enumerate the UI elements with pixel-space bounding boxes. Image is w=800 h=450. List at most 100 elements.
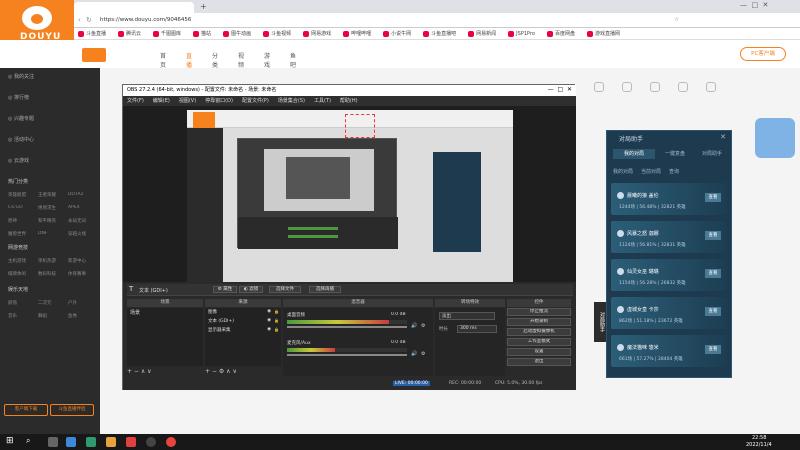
quick-icon[interactable] bbox=[594, 82, 604, 92]
nav-item[interactable]: 鱼吧 bbox=[290, 51, 296, 69]
obs-menu-item[interactable]: 停靠窗口(D) bbox=[205, 98, 233, 104]
tab-replay[interactable]: 一键复盘 bbox=[657, 149, 693, 159]
subtab-query[interactable]: 查询 bbox=[669, 167, 679, 177]
properties-button[interactable]: ⚙ 属性 bbox=[213, 286, 237, 293]
obs-window-controls[interactable]: — □ ✕ bbox=[548, 86, 572, 93]
refresh-icon[interactable]: ↻ bbox=[86, 16, 92, 24]
view-button[interactable]: 查看 bbox=[705, 193, 721, 202]
category-link[interactable]: DOTA2 bbox=[68, 192, 83, 197]
view-button[interactable]: 查看 bbox=[705, 269, 721, 278]
source-item[interactable]: 显示器采集 ◉ 🔒 bbox=[205, 326, 281, 335]
sidebar-item[interactable]: ◎ 活动中心 bbox=[8, 136, 34, 143]
transition-select[interactable]: 淡出 bbox=[439, 312, 495, 320]
bookmark-item[interactable]: 斗鱼直播吧 bbox=[423, 28, 456, 39]
sidebar-item[interactable]: ◎ 云游戏 bbox=[8, 157, 29, 164]
assistant-side-tab[interactable]: 对局助手 bbox=[594, 302, 606, 342]
category-link[interactable]: 王者荣耀 bbox=[38, 192, 56, 198]
visibility-icon[interactable]: ◉ bbox=[267, 318, 271, 323]
category-link[interactable]: 棋牌休闲 bbox=[8, 271, 26, 277]
quick-icon[interactable] bbox=[650, 82, 660, 92]
category-link[interactable]: 主机游戏 bbox=[8, 258, 26, 264]
view-button[interactable]: 查看 bbox=[705, 307, 721, 316]
speaker-icon[interactable]: 🔊 bbox=[411, 323, 417, 329]
sidebar-bottom-button[interactable]: 客户端下载 bbox=[4, 404, 48, 416]
category-link[interactable]: 新游中心 bbox=[68, 258, 86, 264]
ad-badge[interactable] bbox=[755, 118, 795, 158]
category-link[interactable]: 穿越火线 bbox=[68, 231, 86, 237]
control-button[interactable]: 启动虚拟摄像机 bbox=[507, 328, 571, 336]
bookmark-item[interactable]: JSP1Pro bbox=[508, 28, 535, 39]
bookmark-item[interactable]: 斗鱼直播 bbox=[78, 28, 106, 39]
app-icon[interactable] bbox=[66, 437, 76, 447]
windows-start-icon[interactable]: ⊞ bbox=[6, 436, 14, 446]
category-link[interactable]: 英雄联盟 bbox=[8, 192, 26, 198]
obs-icon[interactable] bbox=[146, 437, 156, 447]
close-icon[interactable]: ✕ bbox=[720, 133, 726, 141]
gear-icon[interactable]: ⚙ bbox=[421, 323, 425, 329]
bookmark-item[interactable]: 斗鱼视频 bbox=[263, 28, 291, 39]
bookmark-item[interactable]: 千图图库 bbox=[153, 28, 181, 39]
scene-item[interactable]: 场景 bbox=[127, 308, 203, 317]
champion-card[interactable]: 虚城女皇 卡莎 862场 | 51.18% | 23672 英雄 查看 bbox=[611, 297, 727, 329]
lock-icon[interactable]: 🔒 bbox=[274, 309, 279, 314]
obs-menu-item[interactable]: 编辑(E) bbox=[153, 98, 170, 104]
speaker-icon[interactable]: 🔊 bbox=[411, 351, 417, 357]
app-icon[interactable] bbox=[126, 437, 136, 447]
source-item[interactable]: 文本 (GDI+) ◉ 🔒 bbox=[205, 317, 281, 326]
category-link[interactable]: 魔兽世界 bbox=[8, 231, 26, 237]
browser-tab[interactable] bbox=[74, 2, 194, 13]
category-link[interactable]: 数码科技 bbox=[38, 271, 56, 277]
bookmark-item[interactable]: 小说牛网 bbox=[383, 28, 411, 39]
sidebar-bottom-button[interactable]: 斗鱼直播伴侣 bbox=[50, 404, 94, 416]
back-icon[interactable]: ‹ bbox=[78, 16, 81, 24]
bookmark-item[interactable]: 猫站 bbox=[193, 28, 211, 39]
control-button[interactable]: 停止推流 bbox=[507, 308, 571, 316]
category-link[interactable]: 音乐 bbox=[8, 313, 17, 319]
control-button[interactable]: 退出 bbox=[507, 358, 571, 366]
bookmark-item[interactable]: 哔哩哔哩 bbox=[343, 28, 371, 39]
sources-toolbar[interactable]: + − ⚙ ∧ ∨ bbox=[205, 368, 237, 375]
nav-item[interactable]: 视频 bbox=[238, 51, 244, 69]
champion-card[interactable]: 仙灵女巫 璐璐 1154场 | 56.28% | 26832 英雄 查看 bbox=[611, 259, 727, 291]
app-icon[interactable] bbox=[86, 437, 96, 447]
quick-icon[interactable] bbox=[678, 82, 688, 92]
bookmark-item[interactable]: 网易游戏 bbox=[303, 28, 331, 39]
tab-assistant[interactable]: 对局助手 bbox=[695, 149, 729, 159]
duration-input[interactable]: 300 ms bbox=[457, 325, 497, 333]
champion-card[interactable]: 魔法猫咪 悠米 661场 | 57.27% | 28404 英雄 查看 bbox=[611, 335, 727, 367]
site-mini-logo[interactable] bbox=[82, 48, 106, 62]
category-link[interactable]: 颜值 bbox=[8, 300, 17, 306]
volume-slider[interactable] bbox=[287, 326, 407, 328]
obs-menu-item[interactable]: 视图(V) bbox=[179, 98, 196, 104]
search-icon[interactable]: ⌕ bbox=[26, 436, 30, 446]
star-icon[interactable]: ☆ bbox=[674, 16, 679, 23]
bookmark-item[interactable]: 网易新闻 bbox=[468, 28, 496, 39]
category-link[interactable]: DNF bbox=[38, 231, 47, 236]
volume-slider[interactable] bbox=[287, 354, 407, 356]
category-link[interactable]: 户外 bbox=[68, 300, 77, 306]
lock-icon[interactable]: 🔒 bbox=[274, 327, 279, 332]
quick-icon[interactable] bbox=[706, 82, 716, 92]
category-link[interactable]: 永劫无间 bbox=[68, 218, 86, 224]
subtab-my-match[interactable]: 我的对局 bbox=[613, 167, 633, 177]
folder-icon[interactable] bbox=[106, 437, 116, 447]
nav-item[interactable]: 直播 bbox=[186, 51, 192, 69]
nav-item[interactable]: 首页 bbox=[160, 51, 166, 69]
window-controls[interactable]: — □ ✕ bbox=[740, 1, 768, 9]
lock-icon[interactable]: 🔒 bbox=[274, 318, 279, 323]
control-button[interactable]: 开始录制 bbox=[507, 318, 571, 326]
view-button[interactable]: 查看 bbox=[705, 345, 721, 354]
champion-card[interactable]: 晨曦的狼 盖伦 1244场 | 56.48% | 32821 英雄 查看 bbox=[611, 183, 727, 215]
category-link[interactable]: 和平精英 bbox=[38, 218, 56, 224]
bookmark-item[interactable]: 腾讯云 bbox=[118, 28, 141, 39]
category-link[interactable]: CS:GO bbox=[8, 205, 23, 210]
category-link[interactable]: 原神 bbox=[8, 218, 17, 224]
quick-icon[interactable] bbox=[622, 82, 632, 92]
scenes-toolbar[interactable]: + − ∧ ∨ bbox=[127, 368, 152, 375]
category-link[interactable]: 鱼秀 bbox=[68, 313, 77, 319]
gear-icon[interactable]: ⚙ bbox=[421, 351, 425, 357]
category-link[interactable]: 体育赛事 bbox=[68, 271, 86, 277]
obs-menu-item[interactable]: 场景集合(S) bbox=[278, 98, 305, 104]
category-link[interactable]: APEX bbox=[68, 205, 80, 210]
visibility-icon[interactable]: ◉ bbox=[267, 309, 271, 314]
